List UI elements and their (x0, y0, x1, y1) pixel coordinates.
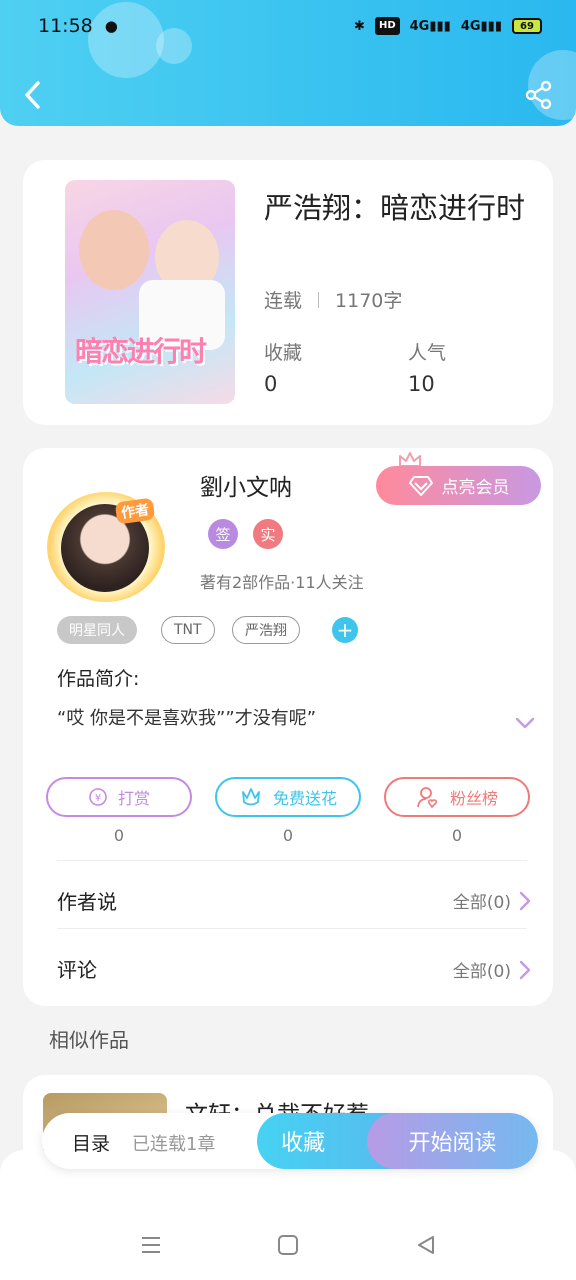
tag-chip[interactable]: 严浩翔 (232, 616, 300, 644)
author-card: 作者 劉小文呐 点亮会员 签 实 著有2部作品·11人关注 明星同人 TNT 严… (23, 448, 553, 1006)
verified-badge: 实 (253, 519, 283, 549)
comments-label: 评论 (57, 958, 97, 982)
network-label: 4G (409, 18, 430, 34)
vip-button[interactable]: 点亮会员 (376, 466, 541, 505)
intro-text: “哎 你是不是喜欢我””才没有呢” (57, 708, 317, 729)
system-nav-bar (0, 1220, 576, 1270)
tag-chip[interactable]: 明星同人 (57, 616, 137, 644)
tag-chip[interactable]: TNT (161, 616, 215, 644)
favorites-value: 0 (264, 372, 278, 396)
chevron-right-icon (519, 960, 531, 979)
battery-icon: 69 (512, 18, 542, 34)
send-flower-label: 免费送花 (272, 789, 337, 808)
book-status: 连载 1170字 (264, 286, 402, 313)
send-flower-button[interactable]: 免费送花 (215, 777, 361, 817)
svg-text:¥: ¥ (95, 793, 101, 804)
tip-button[interactable]: ¥ 打赏 (46, 777, 192, 817)
yuan-coin-icon: ¥ (89, 788, 107, 806)
diamond-icon (408, 475, 433, 496)
menu-icon[interactable] (139, 1234, 163, 1256)
wechat-icon: ● (104, 17, 118, 35)
serial-status: 连载 (264, 290, 303, 312)
tip-count: 0 (113, 826, 125, 845)
author-says-count: 全部(0) (452, 893, 511, 913)
fan-ranking-label: 粉丝榜 (449, 789, 498, 808)
bottom-action-bar: 目录 已连载1章 收藏 开始阅读 (42, 1113, 538, 1169)
popularity-label: 人气 (408, 342, 447, 364)
book-cover[interactable]: 暗恋进行时 (65, 180, 235, 404)
chevron-down-icon[interactable] (515, 716, 535, 730)
favorites-label: 收藏 (264, 342, 303, 364)
tip-label: 打赏 (117, 789, 150, 808)
chapter-count: 已连载1章 (132, 1134, 216, 1155)
vip-button-label: 点亮会员 (441, 478, 510, 498)
signed-badge: 签 (208, 519, 238, 549)
book-title: 严浩翔：暗恋进行时 (264, 191, 526, 225)
header-bar: 11:58 ● ✱ HD 4G▮▮▮ 4G▮▮▮ 69 (0, 0, 576, 126)
cover-figure (79, 210, 149, 290)
share-icon[interactable] (524, 80, 554, 110)
start-reading-label: 开始阅读 (408, 1131, 497, 1156)
intro-label: 作品简介: (57, 668, 140, 690)
comments-all-link[interactable]: 全部(0) (453, 957, 531, 982)
start-reading-button[interactable]: 开始阅读 (367, 1113, 538, 1169)
word-count: 1170字 (335, 290, 403, 312)
flower-count: 0 (282, 826, 294, 845)
divider (318, 291, 320, 308)
comments-count: 全部(0) (452, 962, 511, 982)
home-icon[interactable] (276, 1234, 300, 1256)
toc-button[interactable]: 目录 (72, 1129, 110, 1156)
popularity-value: 10 (408, 372, 435, 396)
favorite-button-label: 收藏 (281, 1131, 326, 1156)
status-bar: 11:58 ● ✱ HD 4G▮▮▮ 4G▮▮▮ 69 (38, 12, 542, 40)
fan-ranking-button[interactable]: 粉丝榜 (384, 777, 530, 817)
flower-icon (242, 788, 260, 806)
add-tag-button[interactable]: + (332, 617, 358, 643)
back-icon[interactable] (20, 78, 46, 112)
network-label: 4G (460, 18, 481, 34)
user-heart-icon (417, 787, 438, 809)
bluetooth-icon: ✱ (354, 18, 365, 34)
signal-icon: 4G▮▮▮ (409, 18, 451, 34)
author-name[interactable]: 劉小文呐 (200, 468, 292, 502)
similar-section-title: 相似作品 (49, 1028, 129, 1052)
fan-count: 0 (451, 826, 463, 845)
divider (57, 928, 527, 929)
status-time: 11:58 (38, 15, 93, 37)
back-nav-icon[interactable] (414, 1234, 438, 1256)
author-says-all-link[interactable]: 全部(0) (453, 888, 531, 913)
hd-icon: HD (374, 17, 400, 35)
author-says-label: 作者说 (57, 890, 117, 914)
chevron-right-icon (519, 891, 531, 910)
cover-title: 暗恋进行时 (75, 335, 207, 368)
author-meta: 著有2部作品·11人关注 (200, 573, 364, 592)
book-info-card: 暗恋进行时 严浩翔：暗恋进行时 连载 1170字 收藏 0 人气 10 (23, 160, 553, 425)
signal-icon: 4G▮▮▮ (460, 18, 502, 34)
divider (57, 860, 527, 861)
